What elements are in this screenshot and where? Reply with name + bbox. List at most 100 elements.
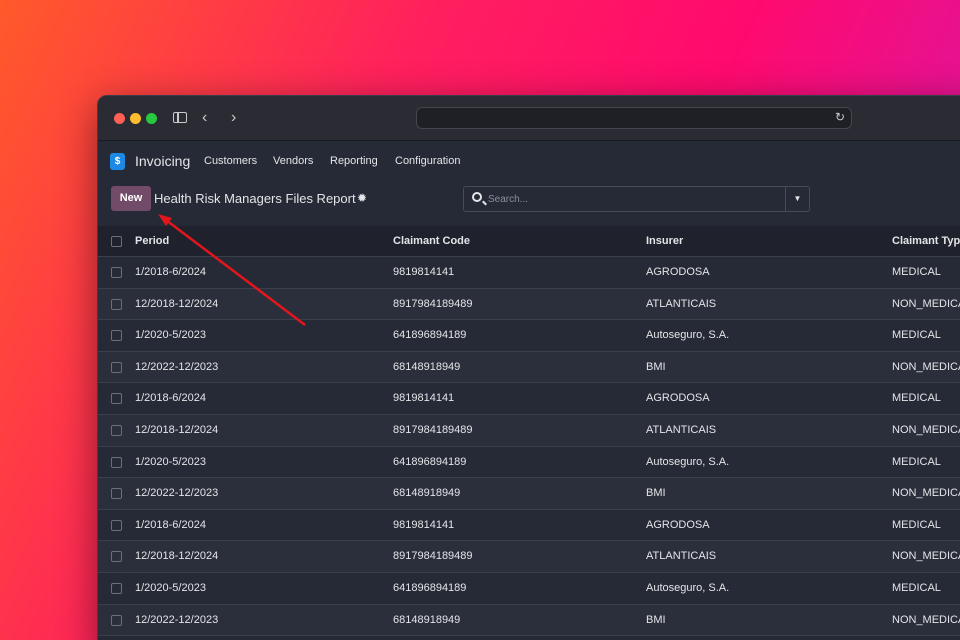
gear-icon[interactable]: ✹: [357, 191, 367, 205]
row-checkbox[interactable]: [111, 519, 122, 531]
app-navbar: $ Invoicing Customers Vendors Reporting …: [98, 141, 960, 181]
menu-vendors[interactable]: Vendors: [273, 155, 313, 167]
cell-claimant-type: MEDICAL: [892, 392, 941, 405]
cell-claimant-type: NON_MEDICA: [892, 423, 960, 436]
row-checkbox[interactable]: [111, 488, 122, 500]
cell-insurer: BMI: [646, 487, 666, 500]
column-header-claimant-code[interactable]: Claimant Code: [393, 235, 470, 247]
cell-claimant-code: 8917984189489: [393, 550, 473, 563]
row-checkbox[interactable]: [111, 267, 122, 278]
row-checkbox[interactable]: [111, 393, 122, 405]
cell-period: 12/2018-12/2024: [135, 297, 219, 310]
cell-period: 1/2018-6/2024: [135, 266, 206, 278]
cell-claimant-code: 641896894189: [393, 581, 467, 594]
sidebar-toggle-icon[interactable]: [173, 112, 187, 123]
table-row[interactable]: 1/2018-6/2024 9819814141 AGRODOSA MEDICAL: [98, 257, 960, 289]
address-bar[interactable]: ↻: [416, 107, 852, 129]
row-checkbox[interactable]: [111, 456, 122, 468]
table-row[interactable]: 12/2018-12/2024 8917984189489 ATLANTICAIS N…: [98, 414, 960, 447]
table-row[interactable]: 12/2022-12/2023 68148918949 BMI NON_MEDICA: [98, 604, 960, 637]
cell-period: 12/2018-12/2024: [135, 423, 219, 436]
app-name[interactable]: Invoicing: [135, 153, 190, 169]
cell-claimant-type: MEDICAL: [892, 518, 941, 531]
cell-insurer: BMI: [646, 613, 666, 626]
cell-claimant-type: NON_MEDICA: [892, 297, 960, 310]
row-checkbox[interactable]: [111, 361, 122, 373]
report-table: Period Claimant Code Insurer Claimant Ty…: [98, 226, 960, 637]
search-icon: [472, 192, 482, 202]
cell-period: 1/2020-5/2023: [135, 455, 206, 468]
cell-insurer: AGRODOSA: [646, 266, 710, 278]
search-input[interactable]: [488, 190, 778, 208]
cell-claimant-code: 68148918949: [393, 360, 461, 373]
cell-claimant-code: 8917984189489: [393, 423, 473, 436]
page-title: Health Risk Managers Files Report: [154, 191, 356, 206]
reload-icon[interactable]: ↻: [835, 110, 845, 124]
row-checkbox[interactable]: [111, 614, 122, 626]
table-row[interactable]: 1/2020-5/2023 641896894189 Autoseguro, S.A…: [98, 572, 960, 605]
cell-claimant-code: 641896894189: [393, 329, 467, 342]
cell-insurer: ATLANTICAIS: [646, 550, 717, 563]
new-button[interactable]: New: [111, 186, 151, 211]
cell-period: 1/2018-6/2024: [135, 518, 206, 531]
browser-titlebar: ‹ › ↻: [98, 96, 960, 141]
cell-claimant-type: MEDICAL: [892, 329, 941, 342]
cell-period: 12/2022-12/2023: [135, 487, 219, 500]
browser-window: ‹ › ↻ $ Invoicing Customers Vendors Repo…: [97, 95, 960, 640]
invoicing-logo-icon[interactable]: $: [110, 153, 125, 170]
cell-period: 12/2018-12/2024: [135, 550, 219, 563]
table-row[interactable]: 1/2020-5/2023 641896894189 Autoseguro, S.A…: [98, 320, 960, 352]
menu-reporting[interactable]: Reporting: [330, 155, 378, 167]
table-row[interactable]: 12/2018-12/2024 8917984189489 ATLANTICAIS N…: [98, 288, 960, 321]
cell-insurer: AGRODOSA: [646, 518, 710, 531]
row-checkbox[interactable]: [111, 424, 122, 436]
cell-claimant-type: NON_MEDICA: [892, 360, 960, 373]
cell-claimant-type: NON_MEDICA: [892, 487, 960, 500]
cell-claimant-code: 68148918949: [393, 613, 461, 626]
column-header-period[interactable]: Period: [135, 235, 169, 247]
back-icon[interactable]: ‹: [202, 108, 207, 128]
cell-claimant-type: NON_MEDICA: [892, 550, 960, 563]
cell-period: 1/2020-5/2023: [135, 329, 206, 342]
forward-icon[interactable]: ›: [231, 108, 236, 128]
cell-insurer: AGRODOSA: [646, 392, 710, 405]
column-header-insurer[interactable]: Insurer: [646, 235, 683, 247]
cell-insurer: BMI: [646, 360, 666, 373]
select-all-checkbox[interactable]: [111, 236, 122, 247]
cell-insurer: Autoseguro, S.A.: [646, 455, 730, 468]
table-header: Period Claimant Code Insurer Claimant Ty…: [98, 226, 960, 257]
table-row[interactable]: 12/2018-12/2024 8917984189489 ATLANTICAIS N…: [98, 541, 960, 573]
maximize-window-button[interactable]: [146, 113, 157, 124]
menu-configuration[interactable]: Configuration: [395, 155, 460, 167]
cell-claimant-type: MEDICAL: [892, 266, 941, 278]
row-checkbox[interactable]: [111, 330, 122, 342]
column-header-claimant-type[interactable]: Claimant Type: [892, 235, 960, 247]
cell-period: 12/2022-12/2023: [135, 613, 219, 626]
search-options-dropdown-icon[interactable]: ▼: [785, 187, 809, 211]
cell-claimant-type: MEDICAL: [892, 455, 941, 468]
cell-claimant-code: 9819814141: [393, 518, 455, 531]
cell-claimant-code: 68148918949: [393, 487, 461, 500]
minimize-window-button[interactable]: [130, 113, 141, 124]
cell-insurer: ATLANTICAIS: [646, 423, 717, 436]
control-panel: New Health Risk Managers Files Report ✹ …: [98, 181, 960, 226]
cell-claimant-code: 8917984189489: [393, 297, 473, 310]
menu-customers[interactable]: Customers: [204, 155, 257, 167]
row-checkbox[interactable]: [111, 551, 122, 563]
cell-claimant-code: 9819814141: [393, 392, 455, 405]
cell-claimant-type: MEDICAL: [892, 581, 941, 594]
row-checkbox[interactable]: [111, 582, 122, 594]
search-box: ▼: [463, 186, 810, 212]
table-row[interactable]: 1/2020-5/2023 641896894189 Autoseguro, S.A…: [98, 446, 960, 479]
row-checkbox[interactable]: [111, 298, 122, 310]
cell-insurer: ATLANTICAIS: [646, 297, 717, 310]
table-row[interactable]: 12/2022-12/2023 68148918949 BMI NON_MEDICA: [98, 351, 960, 384]
close-window-button[interactable]: [114, 113, 125, 124]
cell-insurer: Autoseguro, S.A.: [646, 581, 730, 594]
cell-claimant-code: 9819814141: [393, 266, 455, 278]
table-row[interactable]: 1/2018-6/2024 9819814141 AGRODOSA MEDICAL: [98, 509, 960, 542]
table-row[interactable]: 12/2022-12/2023 68148918949 BMI NON_MEDICA: [98, 478, 960, 510]
cell-insurer: Autoseguro, S.A.: [646, 329, 730, 342]
cell-period: 1/2020-5/2023: [135, 581, 206, 594]
table-row[interactable]: 1/2018-6/2024 9819814141 AGRODOSA MEDICAL: [98, 383, 960, 415]
